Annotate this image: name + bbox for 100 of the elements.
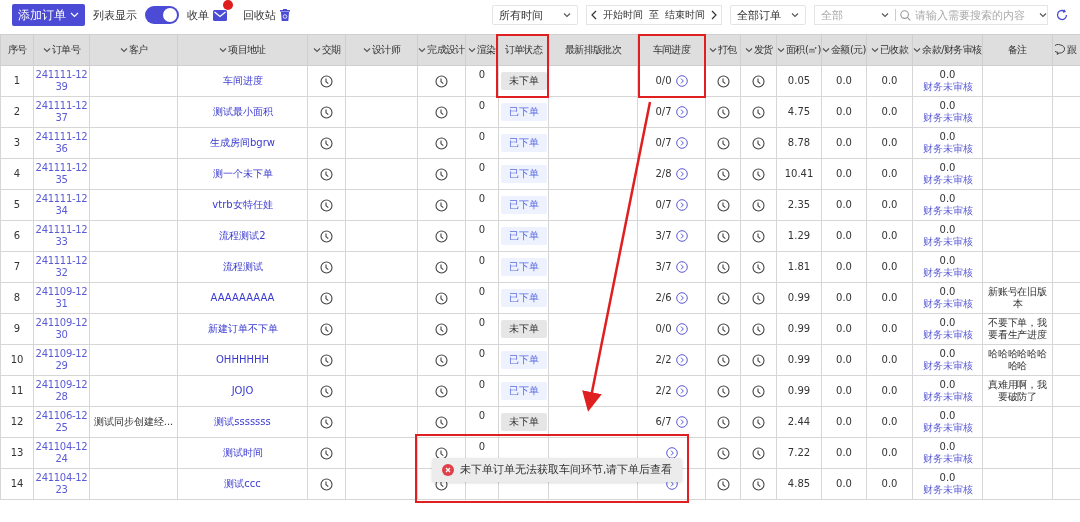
project-address-link[interactable]: 新建订单不下单: [207, 323, 278, 334]
clock-icon[interactable]: [716, 291, 730, 305]
clock-icon[interactable]: [320, 229, 333, 243]
column-header[interactable]: 发货: [740, 34, 777, 66]
clock-icon[interactable]: [716, 477, 730, 491]
arrow-right-circle-icon[interactable]: [675, 230, 688, 242]
arrow-right-circle-icon[interactable]: [675, 416, 688, 428]
previous-icon[interactable]: [591, 10, 597, 20]
time-select[interactable]: 所有时间: [492, 5, 578, 25]
finance-audit-link[interactable]: 财务未审核: [922, 329, 973, 341]
clock-icon[interactable]: [435, 229, 448, 243]
clock-icon[interactable]: [320, 415, 333, 429]
clock-icon[interactable]: [320, 477, 333, 491]
arrow-right-circle-icon[interactable]: [675, 199, 688, 211]
clock-icon[interactable]: [320, 105, 333, 119]
clock-icon[interactable]: [716, 167, 730, 181]
clock-icon[interactable]: [716, 260, 730, 274]
project-address-link[interactable]: vtrb女特任娃: [212, 199, 273, 210]
clock-icon[interactable]: [435, 291, 448, 305]
end-date-field[interactable]: 结束时间: [665, 8, 705, 22]
arrow-right-circle-icon[interactable]: [675, 106, 688, 118]
order-type-select[interactable]: 全部订单: [730, 5, 806, 25]
clock-icon[interactable]: [716, 198, 730, 212]
clock-icon[interactable]: [320, 322, 333, 336]
clock-icon[interactable]: [435, 198, 448, 212]
clock-icon[interactable]: [752, 322, 765, 336]
clock-icon[interactable]: [716, 105, 730, 119]
clock-icon[interactable]: [752, 353, 765, 367]
finance-audit-link[interactable]: 财务未审核: [922, 267, 973, 279]
project-address-link[interactable]: 测一个未下单: [212, 168, 273, 179]
clock-icon[interactable]: [320, 353, 333, 367]
clock-icon[interactable]: [716, 384, 730, 398]
refresh-icon[interactable]: [1056, 9, 1068, 21]
add-order-button[interactable]: 添加订单: [12, 4, 85, 26]
list-view-toggle[interactable]: [145, 6, 179, 24]
project-address-link[interactable]: 车间进度: [222, 75, 263, 86]
clock-icon[interactable]: [435, 415, 448, 429]
finance-audit-link[interactable]: 财务未审核: [922, 422, 973, 434]
clock-icon[interactable]: [716, 322, 730, 336]
clock-icon[interactable]: [752, 477, 765, 491]
column-header[interactable]: 交期: [307, 34, 346, 66]
clock-icon[interactable]: [716, 136, 730, 150]
column-header[interactable]: 项目地址: [177, 34, 308, 66]
next-icon[interactable]: [711, 10, 717, 20]
mail-icon[interactable]: [213, 9, 227, 21]
project-address-link[interactable]: AAAAAAAAA: [210, 292, 275, 303]
clock-icon[interactable]: [435, 167, 448, 181]
finance-audit-link[interactable]: 财务未审核: [922, 391, 973, 403]
arrow-right-circle-icon[interactable]: [675, 168, 688, 180]
arrow-right-circle-icon[interactable]: [675, 261, 688, 273]
clock-icon[interactable]: [320, 167, 333, 181]
clock-icon[interactable]: [752, 446, 765, 460]
clock-icon[interactable]: [435, 384, 448, 398]
arrow-right-circle-icon[interactable]: [675, 354, 688, 366]
arrow-right-circle-icon[interactable]: [675, 137, 688, 149]
finance-audit-link[interactable]: 财务未审核: [922, 143, 973, 155]
trash-icon[interactable]: [280, 9, 290, 21]
project-address-link[interactable]: 流程测试2: [219, 230, 266, 241]
inbox-link[interactable]: 收单: [187, 7, 209, 23]
finance-audit-link[interactable]: 财务未审核: [922, 81, 973, 93]
project-address-link[interactable]: 生成房间bgrw: [210, 137, 275, 148]
clock-icon[interactable]: [320, 446, 333, 460]
clock-icon[interactable]: [752, 198, 765, 212]
project-address-link[interactable]: 流程测试: [222, 261, 263, 272]
finance-audit-link[interactable]: 财务未审核: [922, 484, 973, 496]
finance-audit-link[interactable]: 财务未审核: [922, 205, 973, 217]
clock-icon[interactable]: [752, 260, 765, 274]
project-address-link[interactable]: 测试最小面积: [212, 106, 273, 117]
finance-audit-link[interactable]: 财务未审核: [922, 298, 973, 310]
column-header[interactable]: 客户: [89, 34, 178, 66]
arrow-right-circle-icon[interactable]: [675, 385, 688, 397]
clock-icon[interactable]: [716, 415, 730, 429]
clock-icon[interactable]: [752, 291, 765, 305]
start-date-field[interactable]: 开始时间: [603, 8, 643, 22]
clock-icon[interactable]: [320, 291, 333, 305]
clock-icon[interactable]: [320, 74, 333, 88]
column-header[interactable]: 订单号: [33, 34, 90, 66]
column-header[interactable]: 金额(元): [821, 34, 867, 66]
column-header[interactable]: 打包: [705, 34, 741, 66]
finance-audit-link[interactable]: 财务未审核: [922, 360, 973, 372]
finance-audit-link[interactable]: 财务未审核: [922, 453, 973, 465]
clock-icon[interactable]: [716, 353, 730, 367]
clock-icon[interactable]: [716, 229, 730, 243]
column-header[interactable]: 已收款: [866, 34, 913, 66]
clock-icon[interactable]: [435, 260, 448, 274]
finance-audit-link[interactable]: 财务未审核: [922, 236, 973, 248]
clock-icon[interactable]: [752, 415, 765, 429]
clock-icon[interactable]: [320, 384, 333, 398]
column-header[interactable]: 面积(㎡): [776, 34, 822, 66]
clock-icon[interactable]: [435, 74, 448, 88]
clock-icon[interactable]: [752, 136, 765, 150]
clock-icon[interactable]: [320, 198, 333, 212]
clock-icon[interactable]: [435, 105, 448, 119]
finance-audit-link[interactable]: 财务未审核: [922, 112, 973, 124]
column-header[interactable]: 完成设计: [417, 34, 466, 66]
project-address-link[interactable]: 测试ccc: [224, 478, 261, 489]
project-address-link[interactable]: 测试时间: [222, 447, 263, 458]
arrow-right-circle-icon[interactable]: [675, 75, 688, 87]
column-header[interactable]: 余款/财务审核: [912, 34, 983, 66]
clock-icon[interactable]: [435, 136, 448, 150]
